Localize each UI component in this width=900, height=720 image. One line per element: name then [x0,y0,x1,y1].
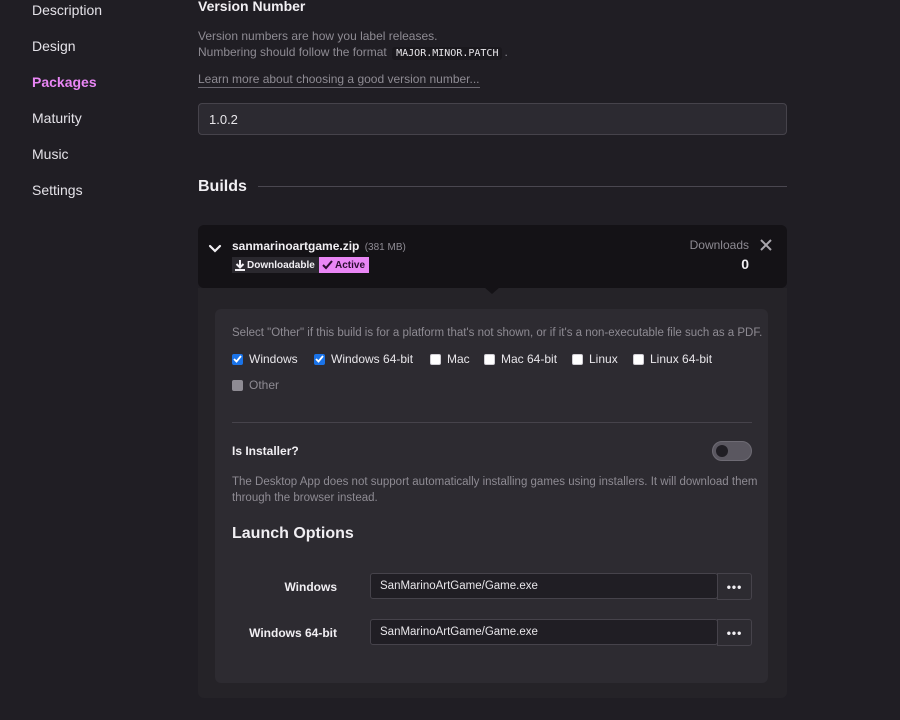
installer-toggle[interactable] [712,441,752,461]
sidebar-item-packages[interactable]: Packages [32,74,97,90]
toggle-knob [716,445,728,457]
close-icon[interactable] [759,238,773,252]
downloads-count: 0 [741,256,749,272]
checkbox[interactable] [430,353,441,365]
builds-divider [258,186,787,187]
platform-checkbox-linux[interactable]: Linux [572,352,618,366]
build-file-size: (381 MB) [364,242,406,253]
launch-options-more-button-windows-64[interactable]: ••• [717,619,752,646]
sidebar-item-music[interactable]: Music [32,146,69,162]
active-badge: Active [319,257,370,273]
downloadable-badge: Downloadable [232,257,319,273]
checkbox[interactable] [572,353,583,365]
platform-label: Other [249,378,280,392]
checkbox[interactable] [484,353,495,365]
platform-checkbox-windows-64[interactable]: Windows 64-bit [314,352,413,366]
checkbox[interactable] [633,353,644,365]
version-desc-prefix: Numbering should follow the format [198,45,387,59]
launch-path-input-windows-64[interactable] [370,619,718,645]
build-card-header: sanmarinoartgame.zip (381 MB) Downloadab… [198,225,787,288]
launch-option-label-windows: Windows [284,580,337,594]
version-format-code: MAJOR.MINOR.PATCH [392,47,503,60]
installer-label: Is Installer? [232,444,299,458]
version-desc-line1: Version numbers are how you label releas… [198,29,438,43]
learn-more-link[interactable]: Learn more about choosing a good version… [198,72,480,88]
build-filename-text: sanmarinoartgame.zip [232,239,360,253]
card-notch [484,287,500,294]
chevron-down-icon[interactable] [208,241,222,255]
checkbox [232,379,243,391]
platform-label: Windows [249,352,298,366]
downloadable-badge-label: Downloadable [247,259,315,271]
installer-description: The Desktop App does not support automat… [232,476,758,504]
check-icon [322,260,333,270]
version-desc-suffix: . [504,45,508,59]
platform-label: Mac [447,352,470,366]
platform-label: Windows 64-bit [331,352,414,366]
sidebar-item-description[interactable]: Description [32,2,102,18]
platform-checkbox-other: Other [232,378,279,392]
version-number-input[interactable] [198,103,787,135]
platform-checkbox-windows[interactable]: Windows [232,352,298,366]
platform-label: Linux [589,352,618,366]
version-number-description: Version numbers are how you label releas… [198,28,758,62]
sidebar-item-design[interactable]: Design [32,38,76,54]
version-number-title: Version Number [198,0,306,14]
platform-checkbox-mac-64[interactable]: Mac 64-bit [484,352,557,366]
sidebar-item-settings[interactable]: Settings [32,182,83,198]
download-icon [235,259,245,271]
platform-label: Mac 64-bit [501,352,558,366]
launch-options-more-button-windows[interactable]: ••• [717,573,752,600]
build-card-body: Select "Other" if this build is for a pl… [198,287,787,698]
checkbox[interactable] [314,353,325,365]
launch-path-input-windows[interactable] [370,573,718,599]
version-desc-line2: Numbering should follow the format MAJOR… [198,44,758,62]
builds-title: Builds [198,178,247,195]
platform-label: Linux 64-bit [650,352,713,366]
checkbox[interactable] [232,353,243,365]
launch-option-label-windows-64: Windows 64-bit [249,626,337,640]
build-filename: sanmarinoartgame.zip (381 MB) [232,239,406,253]
platform-checkbox-linux-64[interactable]: Linux 64-bit [633,352,712,366]
launch-options-title: Launch Options [232,525,354,542]
build-settings-panel: Select "Other" if this build is for a pl… [215,309,768,683]
sidebar-item-maturity[interactable]: Maturity [32,110,82,126]
platform-checkbox-mac[interactable]: Mac [430,352,470,366]
platform-hint: Select "Other" if this build is for a pl… [232,327,763,339]
active-badge-label: Active [335,259,366,271]
section-divider [232,422,752,423]
downloads-label: Downloads [689,238,749,252]
